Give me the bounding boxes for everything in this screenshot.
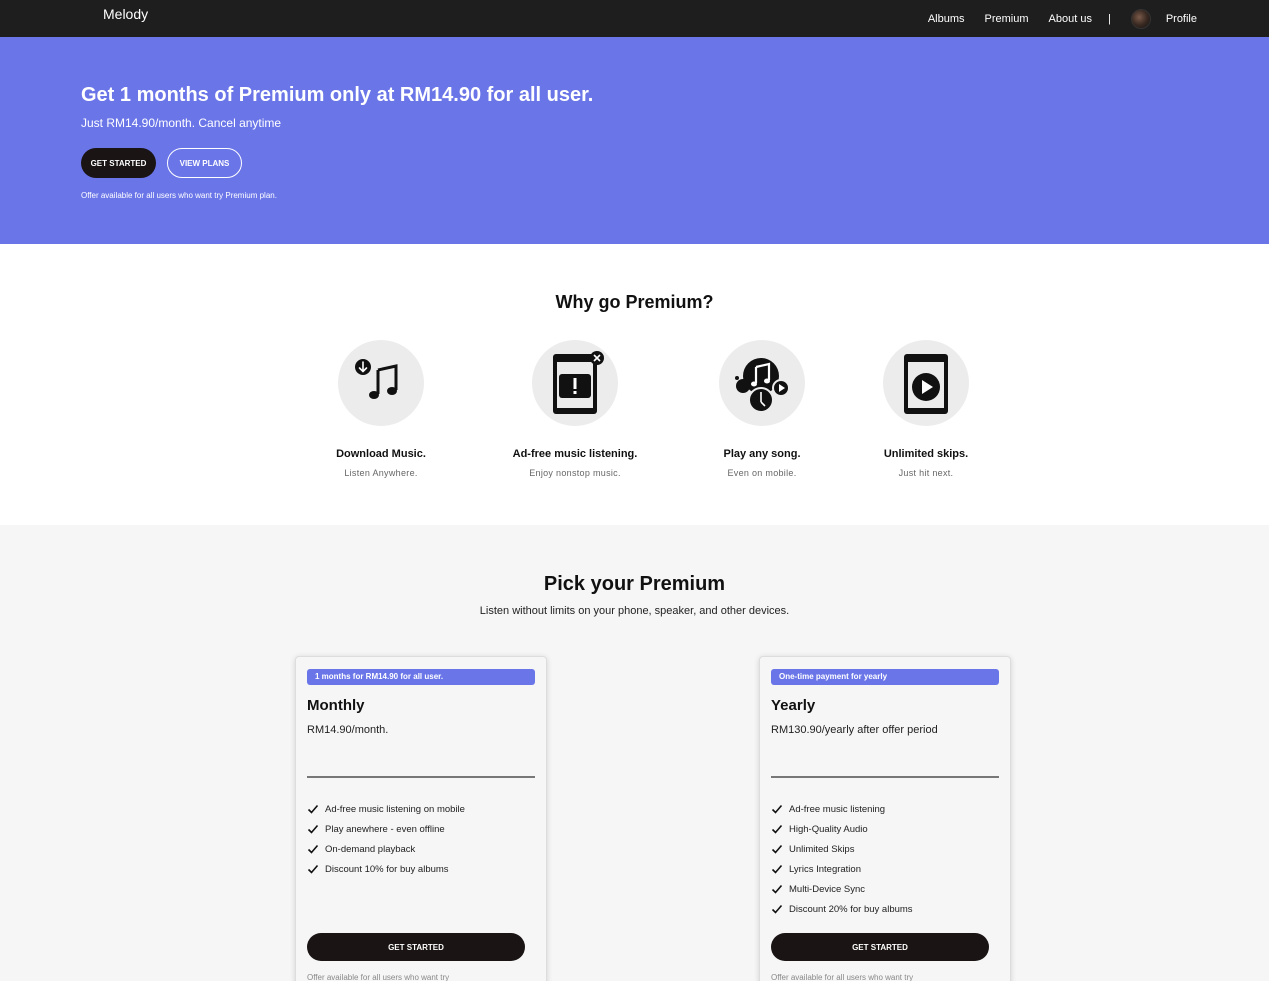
feature-subtitle: Even on mobile.: [727, 468, 797, 478]
nav-profile-link[interactable]: Profile: [1166, 13, 1197, 25]
plan-feature-item: Play anewhere - even offline: [307, 819, 465, 839]
plan-offer-tag: 1 months for RM14.90 for all user.: [307, 669, 535, 685]
feature-download: Download Music. Listen Anywhere.: [291, 340, 471, 478]
check-icon: [307, 824, 319, 834]
pick-premium-title: Pick your Premium: [543, 573, 726, 595]
check-icon: [307, 844, 319, 854]
plan-feature-text: Lyrics Integration: [789, 863, 861, 875]
ad-free-phone-icon: [532, 340, 618, 426]
plan-feature-text: Play anewhere - even offline: [325, 823, 445, 835]
nav-separator: |: [1107, 12, 1111, 25]
plan-price: RM14.90/month.: [307, 724, 389, 736]
nav-premium-link[interactable]: Premium: [985, 13, 1029, 25]
why-premium-title: Why go Premium?: [555, 292, 714, 312]
plan-feature-item: Discount 10% for buy albums: [307, 859, 465, 879]
plan-feature-item: Lyrics Integration: [771, 859, 913, 879]
plan-feature-text: Multi-Device Sync: [789, 883, 866, 895]
plan-feature-text: Ad-free music listening: [789, 803, 886, 815]
hero-subtitle: Just RM14.90/month. Cancel anytime: [81, 116, 282, 130]
plan-feature-text: Discount 20% for buy albums: [789, 903, 913, 915]
hero-offer-note: Offer available for all users who want t…: [81, 191, 277, 200]
plan-feature-list: Ad-free music listening on mobile Play a…: [307, 799, 465, 879]
plan-price: RM130.90/yearly after offer period: [771, 724, 938, 736]
plan-feature-text: High-Quality Audio: [789, 823, 868, 835]
plan-feature-item: Multi-Device Sync: [771, 879, 913, 899]
feature-subtitle: Enjoy nonstop music.: [529, 468, 621, 478]
check-icon: [771, 824, 783, 834]
check-icon: [307, 864, 319, 874]
plan-card-yearly: One-time payment for yearly Yearly RM130…: [759, 656, 1011, 981]
download-music-icon: [338, 340, 424, 426]
plan-feature-item: Ad-free music listening: [771, 799, 913, 819]
check-icon: [771, 804, 783, 814]
plan-name: Monthly: [307, 697, 365, 714]
plan-offer-tag: One-time payment for yearly: [771, 669, 999, 685]
why-premium-section: Why go Premium? Download Music. Listen A…: [0, 244, 1269, 525]
plan-feature-item: Discount 20% for buy albums: [771, 899, 913, 919]
get-started-button[interactable]: GET STARTED: [81, 148, 156, 178]
yearly-get-started-button[interactable]: GET STARTED: [771, 933, 989, 961]
pick-premium-subtitle: Listen without limits on your phone, spe…: [479, 605, 790, 617]
plan-card-monthly: 1 months for RM14.90 for all user. Month…: [295, 656, 547, 981]
plan-feature-item: Unlimited Skips: [771, 839, 913, 859]
nav-about-link[interactable]: About us: [1049, 13, 1092, 25]
nav-albums-link[interactable]: Albums: [928, 13, 965, 25]
play-any-song-icon: [719, 340, 805, 426]
feature-subtitle: Listen Anywhere.: [344, 468, 418, 478]
top-navbar: Melody Albums Premium About us | Profile: [0, 0, 1269, 37]
plan-feature-text: Unlimited Skips: [789, 843, 855, 855]
feature-title: Ad-free music listening.: [512, 448, 638, 460]
check-icon: [771, 884, 783, 894]
plan-feature-text: Discount 10% for buy albums: [325, 863, 449, 875]
plan-feature-item: High-Quality Audio: [771, 819, 913, 839]
plan-offer-note: Offer available for all users who want t…: [771, 973, 914, 981]
plan-feature-item: On-demand playback: [307, 839, 465, 859]
feature-unlimited-skips: Unlimited skips. Just hit next.: [836, 340, 1016, 478]
phone-play-icon: [883, 340, 969, 426]
check-icon: [771, 844, 783, 854]
hero-banner: Get 1 months of Premium only at RM14.90 …: [0, 37, 1269, 244]
plan-feature-list: Ad-free music listening High-Quality Aud…: [771, 799, 913, 919]
hero-title: Get 1 months of Premium only at RM14.90 …: [81, 84, 594, 106]
nav-links: Albums Premium About us | Profile: [908, 0, 1197, 37]
plan-divider: [771, 776, 999, 778]
feature-title: Unlimited skips.: [883, 448, 969, 460]
plan-feature-text: Ad-free music listening on mobile: [325, 803, 465, 815]
plan-feature-text: On-demand playback: [325, 843, 416, 855]
check-icon: [771, 864, 783, 874]
feature-subtitle: Just hit next.: [898, 468, 954, 478]
feature-title: Play any song.: [723, 448, 801, 460]
avatar[interactable]: [1130, 8, 1151, 29]
plan-name: Yearly: [771, 697, 816, 714]
check-icon: [771, 904, 783, 914]
plan-offer-note: Offer available for all users who want t…: [307, 973, 450, 981]
feature-ad-free: Ad-free music listening. Enjoy nonstop m…: [485, 340, 665, 478]
brand-logo[interactable]: Melody: [103, 6, 148, 22]
plan-divider: [307, 776, 535, 778]
plan-feature-item: Ad-free music listening on mobile: [307, 799, 465, 819]
feature-title: Download Music.: [336, 448, 426, 460]
pick-premium-section: Pick your Premium Listen without limits …: [0, 525, 1269, 981]
check-icon: [307, 804, 319, 814]
feature-play-any: Play any song. Even on mobile.: [672, 340, 852, 478]
view-plans-button[interactable]: VIEW PLANS: [167, 148, 242, 178]
monthly-get-started-button[interactable]: GET STARTED: [307, 933, 525, 961]
